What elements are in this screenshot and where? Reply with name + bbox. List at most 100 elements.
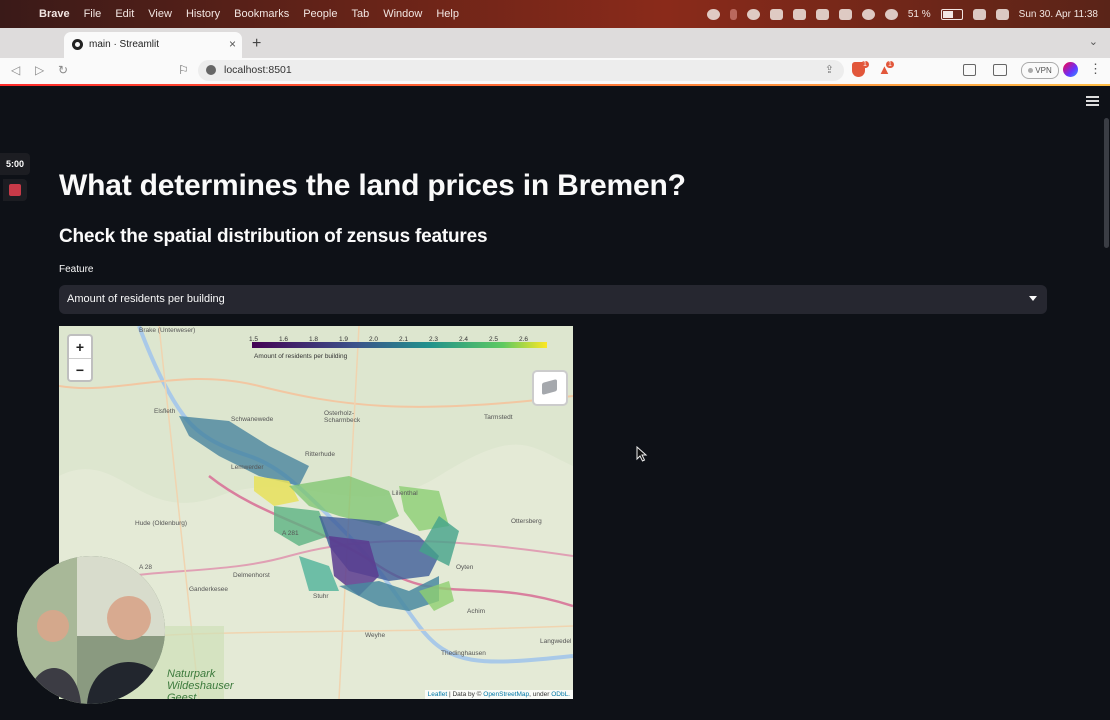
legend-tick: 1.5: [249, 336, 259, 343]
menu-bookmarks[interactable]: Bookmarks: [234, 8, 289, 20]
browser-toolbar: ◁ ▷ ↻ ⚐ localhost:8501 ⇪ 1 ▲ 1 VPN ⋮: [0, 58, 1110, 85]
recording-status-icon[interactable]: [729, 8, 737, 20]
vpn-status-icon: [1028, 68, 1034, 73]
road-label: A 281: [282, 530, 299, 537]
control-center-icon[interactable]: [995, 8, 1009, 20]
profile-avatar[interactable]: [1063, 62, 1078, 77]
place-label: Oyten: [456, 564, 474, 571]
legend-tick: 2.0: [369, 336, 379, 343]
feature-label: Feature: [59, 264, 94, 275]
page-subtitle: Check the spatial distribution of zensus…: [59, 226, 488, 247]
menu-history[interactable]: History: [186, 8, 220, 20]
zoom-in-button[interactable]: +: [69, 336, 91, 359]
attribution-under: , under: [529, 691, 552, 698]
osm-link[interactable]: OpenStreetMap: [483, 691, 529, 698]
menu-tab[interactable]: Tab: [351, 8, 369, 20]
menu-edit[interactable]: Edit: [115, 8, 134, 20]
reload-button[interactable]: ↻: [58, 63, 68, 77]
tab-close-icon[interactable]: ×: [229, 37, 236, 51]
park-label: Naturpark Wildeshauser Geest: [167, 668, 234, 699]
volume-icon[interactable]: [972, 8, 986, 20]
gear-status-icon[interactable]: [706, 8, 720, 20]
bookmark-icon[interactable]: ⚐: [178, 63, 189, 77]
menu-more-icon[interactable]: ⋮: [1089, 61, 1102, 77]
tab-strip: main · Streamlit ×: [0, 28, 1110, 58]
macos-menubar: Brave File Edit View History Bookmarks P…: [0, 0, 1110, 28]
page-scrollbar[interactable]: [1104, 118, 1109, 248]
legend-tick: 1.6: [279, 336, 289, 343]
shield-count-badge: 1: [861, 61, 869, 68]
attribution-text: | Data by ©: [447, 691, 484, 698]
place-label: Langwedel: [540, 638, 572, 645]
cloud-sync-icon[interactable]: [792, 8, 806, 20]
streamlit-app: What determines the land prices in Breme…: [0, 86, 1110, 720]
legend-title: Amount of residents per building: [254, 353, 348, 360]
vpn-button[interactable]: VPN: [1021, 62, 1059, 79]
legend-tick: 1.8: [309, 336, 319, 343]
feature-select[interactable]: Amount of residents per building: [59, 285, 1047, 314]
cloud-icon[interactable]: [769, 8, 783, 20]
streamlit-favicon-icon: [72, 39, 83, 50]
leaflet-link[interactable]: Leaflet: [428, 691, 448, 698]
menu-file[interactable]: File: [84, 8, 102, 20]
forward-button[interactable]: ▷: [35, 63, 44, 77]
battery-percent: 51 %: [907, 8, 931, 20]
wifi-icon[interactable]: [861, 8, 875, 20]
place-label: Ganderkesee: [189, 586, 229, 593]
battery-icon[interactable]: [940, 8, 963, 20]
site-info-icon[interactable]: [206, 65, 216, 75]
menu-window[interactable]: Window: [383, 8, 422, 20]
new-tab-button[interactable]: +: [252, 35, 261, 53]
menu-help[interactable]: Help: [436, 8, 459, 20]
tab-search-chevron-icon[interactable]: ⌄: [1089, 35, 1098, 48]
share-icon[interactable]: ⇪: [825, 63, 834, 76]
chevron-down-icon: [1029, 296, 1037, 301]
zoom-out-button[interactable]: −: [69, 359, 91, 381]
address-bar[interactable]: localhost:8501 ⇪: [198, 60, 844, 81]
map-attribution: Leaflet | Data by © OpenStreetMap, under…: [424, 690, 573, 699]
legend-tick: 2.3: [429, 336, 439, 343]
tab-streamlit[interactable]: main · Streamlit ×: [64, 32, 242, 58]
url-text[interactable]: localhost:8501: [224, 64, 292, 76]
map-zoom-control: + −: [67, 334, 93, 382]
place-label: Hude (Oldenburg): [135, 520, 188, 527]
place-label: Lemwerder: [231, 464, 264, 471]
stop-recording-button[interactable]: [3, 179, 27, 201]
stop-icon: [9, 184, 21, 196]
legend-tick: 2.6: [519, 336, 529, 343]
page-title: What determines the land prices in Breme…: [59, 169, 686, 202]
menu-app-name[interactable]: Brave: [39, 8, 70, 20]
menu-people[interactable]: People: [303, 8, 337, 20]
tab-title: main · Streamlit: [89, 39, 160, 50]
legend-tick: 2.1: [399, 336, 409, 343]
place-label: Tarmstedt: [484, 414, 513, 421]
legend-tick: 1.9: [339, 336, 349, 343]
place-label: Delmenhorst: [233, 572, 270, 579]
feature-select-value: Amount of residents per building: [67, 293, 225, 305]
place-label: Lilienthal: [392, 490, 418, 497]
place-label: Achim: [467, 608, 486, 615]
screen-mirror-icon[interactable]: [815, 8, 829, 20]
webcam-video: [17, 556, 165, 704]
legend-tick: 2.4: [459, 336, 469, 343]
wallet-icon[interactable]: [993, 64, 1007, 76]
keyboard-icon[interactable]: [838, 8, 852, 20]
place-label: Elsfleth: [154, 408, 176, 415]
place-label: Weyhe: [365, 632, 386, 639]
menu-view[interactable]: View: [148, 8, 172, 20]
hamburger-menu-icon[interactable]: [1086, 96, 1099, 108]
layers-control-button[interactable]: [532, 370, 568, 406]
odbl-link[interactable]: ODbL.: [551, 691, 570, 698]
menubar-clock[interactable]: Sun 30. Apr 11:38: [1019, 9, 1098, 20]
check-status-icon[interactable]: [746, 8, 760, 20]
mouse-cursor-icon: [636, 446, 648, 462]
recording-timer: 5:00: [0, 153, 30, 175]
sidebar-toggle-icon[interactable]: [963, 64, 976, 76]
back-button[interactable]: ◁: [11, 63, 20, 77]
legend-tick: 2.5: [489, 336, 499, 343]
place-label: Osterholz-Scharmbeck: [324, 410, 361, 424]
user-status-icon[interactable]: [884, 8, 898, 20]
webcam-overlay: [17, 556, 165, 704]
rewards-count-badge: 1: [886, 61, 894, 68]
layers-icon: [542, 378, 557, 396]
